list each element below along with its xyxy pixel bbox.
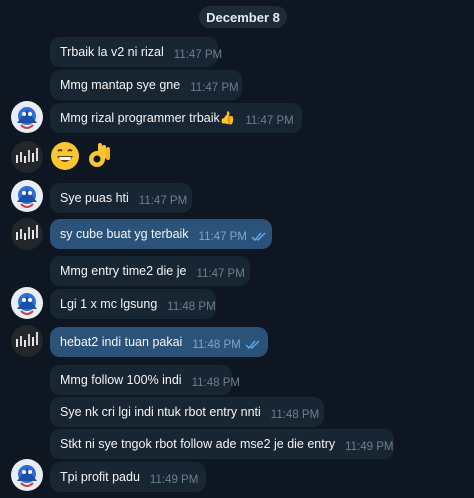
message-time: 11:48 PM — [191, 377, 240, 389]
message-bubble[interactable]: Mmg rizal programmer trbaik👍 11:47 PM — [50, 103, 302, 133]
message-bubble[interactable]: Trbaik la v2 ni rizal 11:47 PM — [50, 37, 222, 67]
message-bubble[interactable]: Tpi profit padu 11:49 PM — [50, 462, 206, 492]
user-avatar[interactable] — [11, 180, 43, 212]
message-text: sy cube buat yg terbaik — [60, 227, 189, 241]
message-text: Mmg follow 100% indi — [60, 373, 182, 387]
message-time: 11:47 PM — [245, 115, 294, 127]
date-separator: December 8 — [199, 6, 287, 28]
user-avatar[interactable] — [11, 141, 43, 173]
message-text: Lgi 1 x mc lgsung — [60, 297, 158, 311]
message-text: Tpi profit padu — [60, 470, 140, 484]
message-time: 11:48 PM — [270, 409, 320, 421]
message-bubble-outgoing[interactable]: sy cube buat yg terbaik 11:47 PM — [50, 219, 272, 249]
message-bubble[interactable]: Mmg follow 100% indi 11:48 PM — [50, 365, 240, 395]
avatar-image — [11, 141, 43, 173]
avatar-image — [11, 325, 43, 357]
message-text: Sye puas hti — [60, 191, 129, 205]
avatar-image — [11, 218, 43, 250]
message-time: 11:47 PM — [198, 231, 247, 243]
avatar-image — [11, 287, 43, 319]
message-time: 11:49 PM — [149, 474, 199, 486]
avatar-image — [11, 180, 43, 212]
message-text: Mmg mantap sye gne — [60, 78, 181, 92]
message-bubble[interactable]: Mmg entry time2 die je 11:47 PM — [50, 256, 250, 286]
ok-hand-icon — [89, 143, 110, 167]
emoji-message[interactable]: 😁👌 — [50, 139, 114, 173]
message-text: Trbaik la v2 ni rizal — [60, 45, 164, 59]
read-checkmarks-icon — [245, 334, 261, 350]
message-time: 11:49 PM — [345, 441, 394, 453]
read-checkmarks-icon — [251, 226, 267, 242]
message-bubble[interactable]: Stkt ni sye tngok rbot follow ade mse2 j… — [50, 429, 394, 459]
message-text: Sye nk cri lgi indi ntuk rbot entry nnti — [60, 405, 261, 419]
message-time: 11:48 PM — [167, 301, 216, 313]
user-avatar[interactable] — [11, 101, 43, 133]
user-avatar[interactable] — [11, 218, 43, 250]
grinning-face-icon — [51, 142, 79, 170]
avatar-image — [11, 101, 43, 133]
message-text: hebat2 indi tuan pakai — [60, 335, 183, 349]
message-time: 11:47 PM — [138, 195, 188, 207]
message-bubble[interactable]: Sye puas hti 11:47 PM — [50, 183, 192, 213]
message-text: Stkt ni sye tngok rbot follow ade mse2 j… — [60, 437, 336, 451]
message-bubble[interactable]: Sye nk cri lgi indi ntuk rbot entry nnti… — [50, 397, 324, 427]
user-avatar[interactable] — [11, 459, 43, 491]
message-bubble[interactable]: Lgi 1 x mc lgsung 11:48 PM — [50, 289, 216, 319]
message-bubble[interactable]: Mmg mantap sye gne 11:47 PM — [50, 70, 242, 100]
user-avatar[interactable] — [11, 325, 43, 357]
message-time: 11:47 PM — [173, 49, 223, 61]
message-time: 11:47 PM — [196, 268, 245, 280]
user-avatar[interactable] — [11, 287, 43, 319]
message-text: Mmg rizal programmer trbaik👍 — [60, 110, 236, 125]
avatar-image — [11, 459, 43, 491]
message-time: 11:48 PM — [192, 339, 241, 351]
message-time: 11:47 PM — [190, 82, 239, 94]
message-text: Mmg entry time2 die je — [60, 264, 187, 278]
message-bubble-outgoing[interactable]: hebat2 indi tuan pakai 11:48 PM — [50, 327, 268, 357]
